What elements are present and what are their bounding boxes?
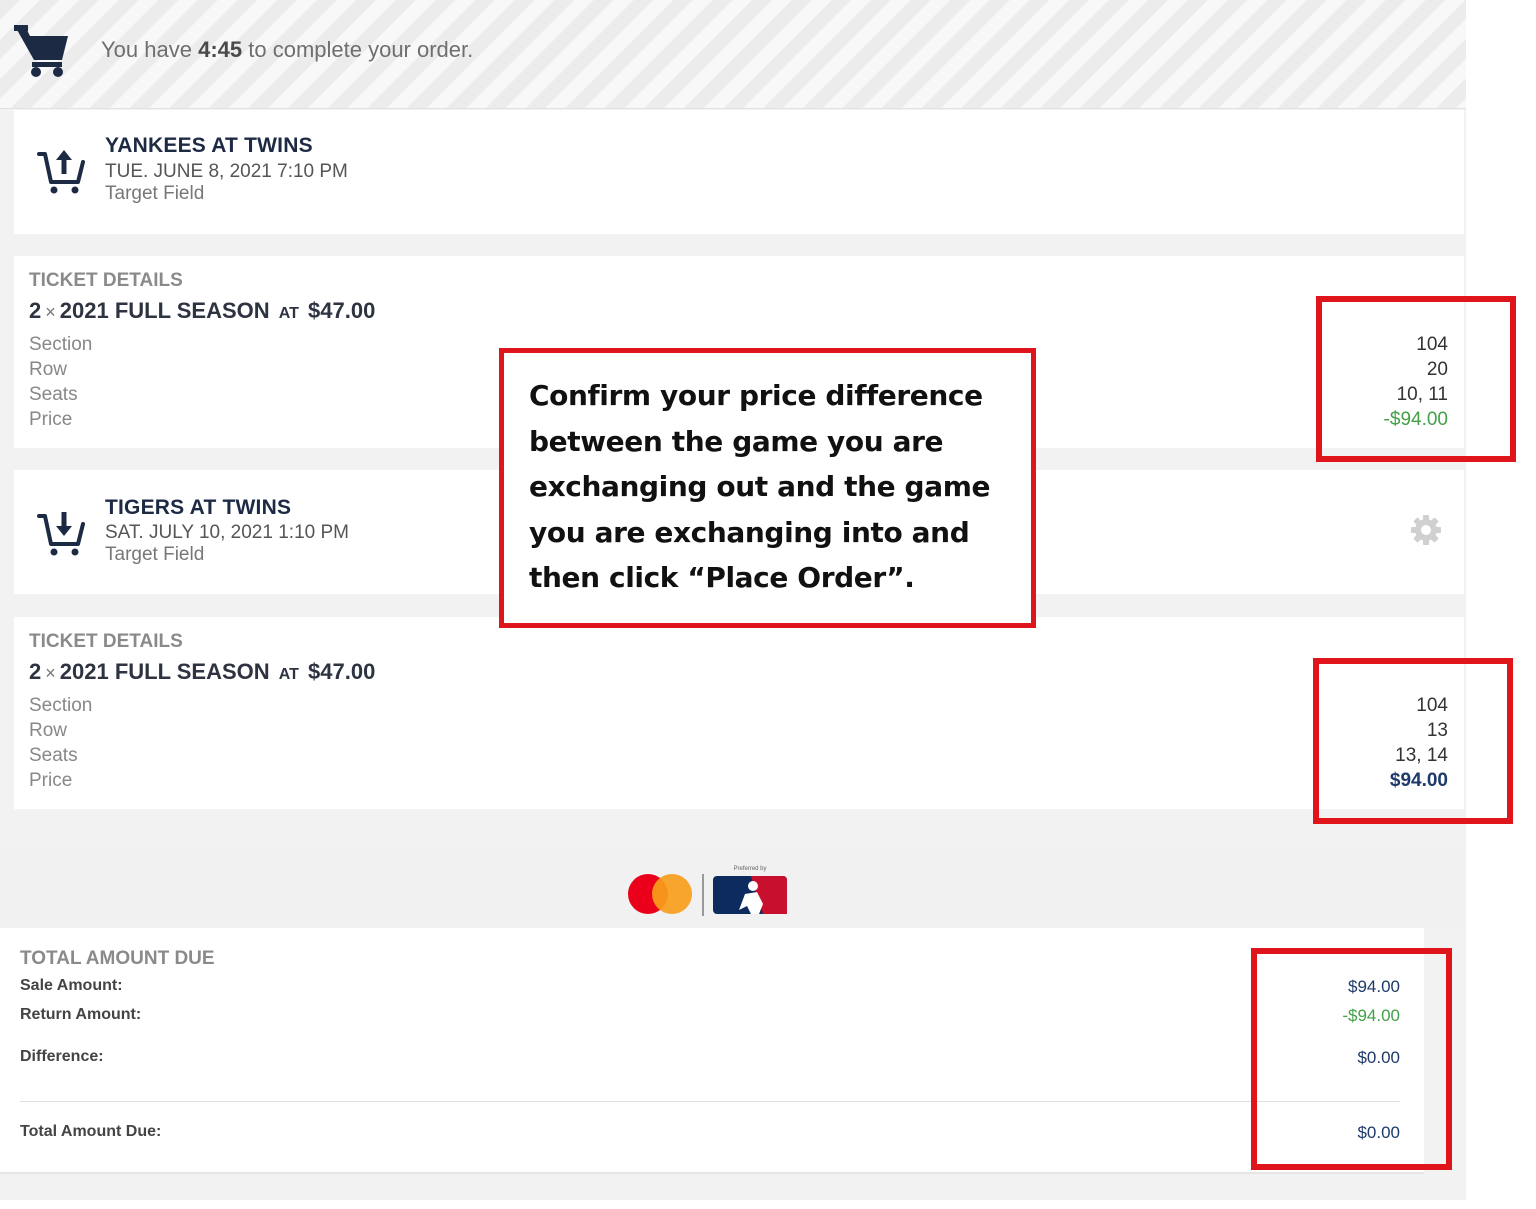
return-amount-label: Return Amount: xyxy=(20,1006,142,1023)
timer-suffix: to complete your order. xyxy=(248,37,474,62)
payment-logos: Preferred by xyxy=(0,842,1466,928)
gear-icon[interactable] xyxy=(1410,514,1442,546)
total-amount-due-label: Total Amount Due: xyxy=(20,1123,162,1140)
ticket-package: 2021 FULL SEASON xyxy=(59,659,270,684)
event-venue: Target Field xyxy=(105,544,205,565)
event-venue: Target Field xyxy=(105,183,205,204)
ticket-unit-price: $47.00 xyxy=(308,298,376,323)
event-datetime: SAT. JULY 10, 2021 1:10 PM xyxy=(105,522,349,543)
mlb-logo: Preferred by xyxy=(713,866,787,914)
mastercard-logo xyxy=(628,874,692,916)
sale-amount-label: Sale Amount: xyxy=(20,977,123,994)
ticket-details-heading: TICKET DETAILS xyxy=(29,631,183,652)
order-timer-banner: You have 4:45 to complete your order. xyxy=(0,0,1466,109)
ticket-package-line: 2 × 2021 FULL SEASON AT $47.00 xyxy=(29,659,375,685)
price-label: Price xyxy=(29,770,73,791)
ticket-package-line: 2 × 2021 FULL SEASON AT $47.00 xyxy=(29,298,375,324)
instruction-callout: Confirm your price difference between th… xyxy=(499,348,1036,628)
section-label: Section xyxy=(29,695,93,716)
highlight-exchange-out-values xyxy=(1316,296,1516,462)
event-datetime: TUE. JUNE 8, 2021 7:10 PM xyxy=(105,161,348,182)
timer-prefix: You have xyxy=(101,37,192,62)
total-amount-due-panel: TOTAL AMOUNT DUE Sale Amount: $94.00 Ret… xyxy=(0,928,1424,1174)
difference-label: Difference: xyxy=(20,1048,104,1065)
row-label: Row xyxy=(29,359,68,380)
row-label: Row xyxy=(29,720,68,741)
at-word: AT xyxy=(278,666,299,683)
exchange-in-ticket-details: TICKET DETAILS 2 × 2021 FULL SEASON AT $47… xyxy=(14,617,1464,809)
instruction-text: Confirm your price difference between th… xyxy=(529,379,991,594)
ticket-labels: Section Row Seats Price xyxy=(29,693,92,793)
seats-label: Seats xyxy=(29,745,78,766)
highlight-totals-values xyxy=(1251,948,1452,1170)
event-title: TIGERS AT TWINS xyxy=(105,496,292,519)
seats-label: Seats xyxy=(29,384,78,405)
at-word: AT xyxy=(278,305,299,322)
timer-countdown: 4:45 xyxy=(198,37,243,62)
mlb-caption: Preferred by xyxy=(733,866,766,872)
ticket-package: 2021 FULL SEASON xyxy=(59,298,270,323)
timer-message: You have 4:45 to complete your order. xyxy=(101,37,473,63)
price-label: Price xyxy=(29,409,73,430)
times-sign: × xyxy=(45,663,56,683)
logo-divider xyxy=(702,874,704,916)
event-title: YANKEES AT TWINS xyxy=(105,134,313,157)
ticket-labels: Section Row Seats Price xyxy=(29,332,92,432)
section-label: Section xyxy=(29,334,93,355)
totals-heading: TOTAL AMOUNT DUE xyxy=(20,948,215,969)
cart-upload-icon xyxy=(37,150,85,194)
cart-icon xyxy=(14,25,68,77)
ticket-quantity: 2 xyxy=(29,659,42,684)
ticket-details-heading: TICKET DETAILS xyxy=(29,270,183,291)
highlight-exchange-in-values xyxy=(1313,658,1513,824)
totals-divider xyxy=(20,1101,1400,1102)
times-sign: × xyxy=(45,302,56,322)
cart-download-icon xyxy=(37,512,85,556)
ticket-unit-price: $47.00 xyxy=(308,659,376,684)
ticket-quantity: 2 xyxy=(29,298,42,323)
exchange-out-event-card: YANKEES AT TWINS TUE. JUNE 8, 2021 7:10 … xyxy=(14,110,1464,234)
